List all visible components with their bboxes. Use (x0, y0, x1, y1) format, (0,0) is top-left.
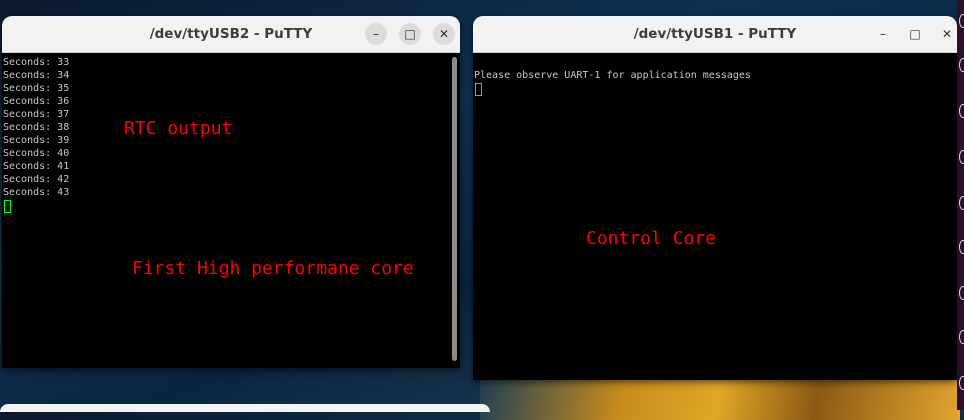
title-bar[interactable]: /dev/ttyUSB2 - PuTTY – □ ✕ (2, 16, 460, 53)
terminal-line: Please observe UART-1 for application me… (474, 70, 751, 81)
side-panel-edge (957, 0, 964, 410)
annotation-control-core: Control Core (586, 228, 717, 249)
terminal-output[interactable]: Seconds: 33 Seconds: 34 Seconds: 35 Seco… (2, 53, 460, 368)
terminal-cursor (4, 200, 11, 213)
background-window-edge (0, 404, 490, 412)
terminal-line: Seconds: 33 (3, 57, 70, 68)
close-button[interactable]: ✕ (936, 23, 957, 45)
terminal-line: Seconds: 42 (3, 174, 70, 185)
maximize-button[interactable]: □ (399, 23, 421, 45)
minimize-button[interactable]: – (365, 23, 387, 45)
minimize-icon: – (880, 27, 886, 41)
terminal-line: Seconds: 36 (3, 96, 70, 107)
close-button[interactable]: ✕ (433, 23, 455, 45)
annotation-rtc-output: RTC output (124, 118, 233, 139)
terminal-output[interactable]: Please observe UART-1 for application me… (473, 53, 957, 380)
maximize-icon: □ (404, 27, 416, 41)
terminal-line: Seconds: 43 (3, 187, 70, 198)
maximize-icon: □ (909, 27, 921, 41)
terminal-line: Seconds: 34 (3, 70, 70, 81)
maximize-button[interactable]: □ (904, 23, 926, 45)
close-icon: ✕ (438, 27, 450, 41)
scrollbar[interactable] (452, 57, 457, 361)
close-icon: ✕ (941, 27, 953, 41)
terminal-cursor (475, 83, 482, 96)
terminal-line: Seconds: 40 (3, 148, 70, 159)
putty-window-ttyusb1[interactable]: /dev/ttyUSB1 - PuTTY – □ ✕ Please observ… (473, 16, 957, 380)
terminal-line: Seconds: 35 (3, 83, 70, 94)
minimize-button[interactable]: – (872, 23, 894, 45)
putty-window-ttyusb2[interactable]: /dev/ttyUSB2 - PuTTY – □ ✕ Seconds: 33 S… (2, 16, 460, 368)
terminal-line: Seconds: 41 (3, 161, 70, 172)
minimize-icon: – (373, 27, 379, 41)
window-title: /dev/ttyUSB2 - PuTTY (149, 26, 313, 42)
title-bar[interactable]: /dev/ttyUSB1 - PuTTY – □ ✕ (473, 16, 957, 53)
annotation-high-performance-core: First High performane core (132, 258, 414, 279)
